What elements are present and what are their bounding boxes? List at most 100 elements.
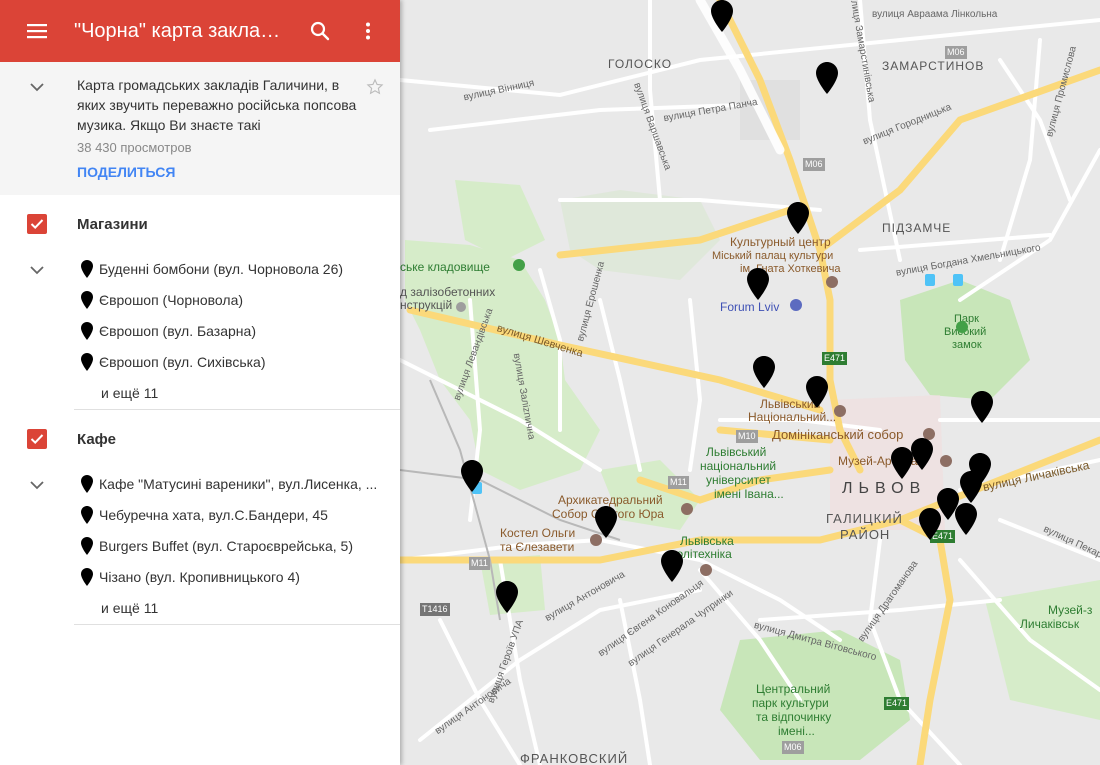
road-shield: M06	[803, 158, 825, 171]
list-item[interactable]: Єврошоп (вул. Сихівська)	[0, 346, 400, 377]
map-marker[interactable]	[911, 438, 933, 470]
star-icon[interactable]	[366, 78, 384, 96]
road-shield: M06	[782, 741, 804, 754]
road-shield: M06	[945, 46, 967, 59]
search-button[interactable]	[296, 0, 344, 62]
poi-label: Костел Ольги	[500, 526, 576, 540]
map-marker[interactable]	[806, 376, 828, 408]
list-item[interactable]: Кафе "Матусині вареники", вул.Лисенка, .…	[0, 468, 400, 499]
layer-title: Магазини	[77, 215, 148, 233]
poi-label: Домініканський собор	[772, 427, 904, 442]
show-more-link[interactable]: и ещё 11	[0, 592, 400, 623]
poi-label: та відпочинку	[756, 710, 832, 724]
list-item-label: Єврошоп (вул. Базарна)	[99, 322, 256, 339]
district-label: ФРАНКОВСКИЙ	[520, 751, 629, 765]
map-title[interactable]: "Чорна" карта закладі...	[74, 20, 296, 43]
more-options-button[interactable]	[344, 0, 392, 62]
list-item-label: Єврошоп (Чорновола)	[99, 291, 244, 308]
more-vert-icon	[366, 22, 370, 40]
map-label: ЗАМАРСТИНОВ	[882, 59, 985, 73]
divider	[74, 624, 400, 625]
map-pin-icon	[81, 352, 93, 371]
poi-label: університет	[706, 473, 771, 487]
landmark-icon[interactable]	[940, 455, 952, 467]
map-description: Карта громадських закладів Галичини, в я…	[0, 62, 400, 195]
map-marker[interactable]	[919, 508, 941, 540]
place-icon[interactable]	[456, 302, 466, 312]
map-pin-icon	[81, 567, 93, 586]
map-marker[interactable]	[891, 447, 913, 479]
poi-label: національний	[700, 459, 777, 473]
checkmark-icon	[30, 219, 44, 230]
district-label: ГАЛИЦКИЙ	[826, 511, 903, 526]
poi-label: та Єлезавети	[500, 540, 575, 554]
map-marker[interactable]	[595, 506, 617, 538]
layer-items: Буденні бомбони (вул. Чорновола 26) Євро…	[0, 253, 400, 408]
list-item[interactable]: Чебуречна хата, вул.С.Бандери, 45	[0, 499, 400, 530]
map-marker[interactable]	[960, 471, 982, 503]
share-button[interactable]: ПОДЕЛИТЬСЯ	[77, 164, 360, 180]
layer-checkbox[interactable]	[27, 429, 47, 449]
chevron-down-icon[interactable]	[28, 476, 46, 494]
park-icon[interactable]	[513, 259, 525, 271]
layer-title: Кафе	[77, 430, 116, 448]
poi-label: Центральний	[756, 682, 831, 696]
poi-label: замок	[952, 339, 982, 351]
list-item-label: Burgers Buffet (вул. Староєврейська, 5)	[99, 537, 353, 554]
map-pin-icon	[81, 474, 93, 493]
road-shield: M11	[469, 557, 490, 570]
transit-icon[interactable]	[953, 274, 963, 286]
list-item-label: Буденні бомбони (вул. Чорновола 26)	[99, 260, 344, 277]
map-pin-icon	[81, 321, 93, 340]
poi-label: Міський палац культури	[712, 250, 834, 262]
chevron-down-icon[interactable]	[28, 78, 46, 96]
poi-label: ське кладовище	[400, 260, 490, 274]
hamburger-menu-icon	[27, 24, 47, 39]
map-pin-icon	[81, 290, 93, 309]
map-marker[interactable]	[661, 550, 683, 582]
map-label: ГОЛОСКО	[608, 57, 673, 71]
city-label: ЛЬВОВ	[842, 480, 927, 497]
checkmark-icon	[30, 434, 44, 445]
landmark-icon[interactable]	[834, 405, 846, 417]
map-marker[interactable]	[461, 460, 483, 492]
landmark-icon[interactable]	[826, 276, 838, 288]
poi-label: імені...	[778, 724, 815, 738]
map-marker[interactable]	[955, 503, 977, 535]
map-marker[interactable]	[816, 62, 838, 94]
list-item[interactable]: Burgers Buffet (вул. Староєврейська, 5)	[0, 530, 400, 561]
poi-label: Культурный центр	[730, 235, 831, 249]
poi-label: Львівський	[706, 445, 767, 459]
poi-label: Forum Lviv	[720, 300, 780, 314]
map-marker[interactable]	[971, 391, 993, 423]
map-marker[interactable]	[711, 0, 733, 32]
list-item-label: Єврошоп (вул. Сихівська)	[99, 353, 266, 370]
map-marker[interactable]	[787, 202, 809, 234]
landmark-icon[interactable]	[681, 503, 693, 515]
map-marker[interactable]	[747, 268, 769, 300]
map-marker[interactable]	[753, 356, 775, 388]
list-item[interactable]: Буденні бомбони (вул. Чорновола 26)	[0, 253, 400, 284]
menu-button[interactable]	[0, 0, 74, 62]
map-pin-icon	[81, 259, 93, 278]
description-text: Карта громадських закладів Галичини, в я…	[77, 77, 357, 133]
map-marker[interactable]	[496, 581, 518, 613]
list-item[interactable]: Чізано (вул. Кропивницького 4)	[0, 561, 400, 592]
search-icon	[310, 21, 330, 41]
layer-checkbox[interactable]	[27, 214, 47, 234]
list-item[interactable]: Єврошоп (вул. Базарна)	[0, 315, 400, 346]
layer-shops: Магазини Буденні бомбони (вул. Чорновола…	[0, 195, 400, 410]
map-pin-icon	[81, 536, 93, 555]
shopping-icon[interactable]	[790, 299, 802, 311]
landmark-icon[interactable]	[700, 564, 712, 576]
show-more-link[interactable]: и ещё 11	[0, 377, 400, 408]
chevron-down-icon[interactable]	[28, 261, 46, 279]
poi-label: Музей-з	[1048, 603, 1093, 617]
road-shield: T1416	[420, 603, 450, 616]
transit-icon[interactable]	[925, 274, 935, 286]
road-shield: M10	[736, 430, 758, 443]
road-shield: E471	[822, 352, 848, 365]
poi-label: імені Івана...	[714, 487, 784, 501]
list-item[interactable]: Єврошоп (Чорновола)	[0, 284, 400, 315]
park-icon[interactable]	[956, 321, 968, 333]
